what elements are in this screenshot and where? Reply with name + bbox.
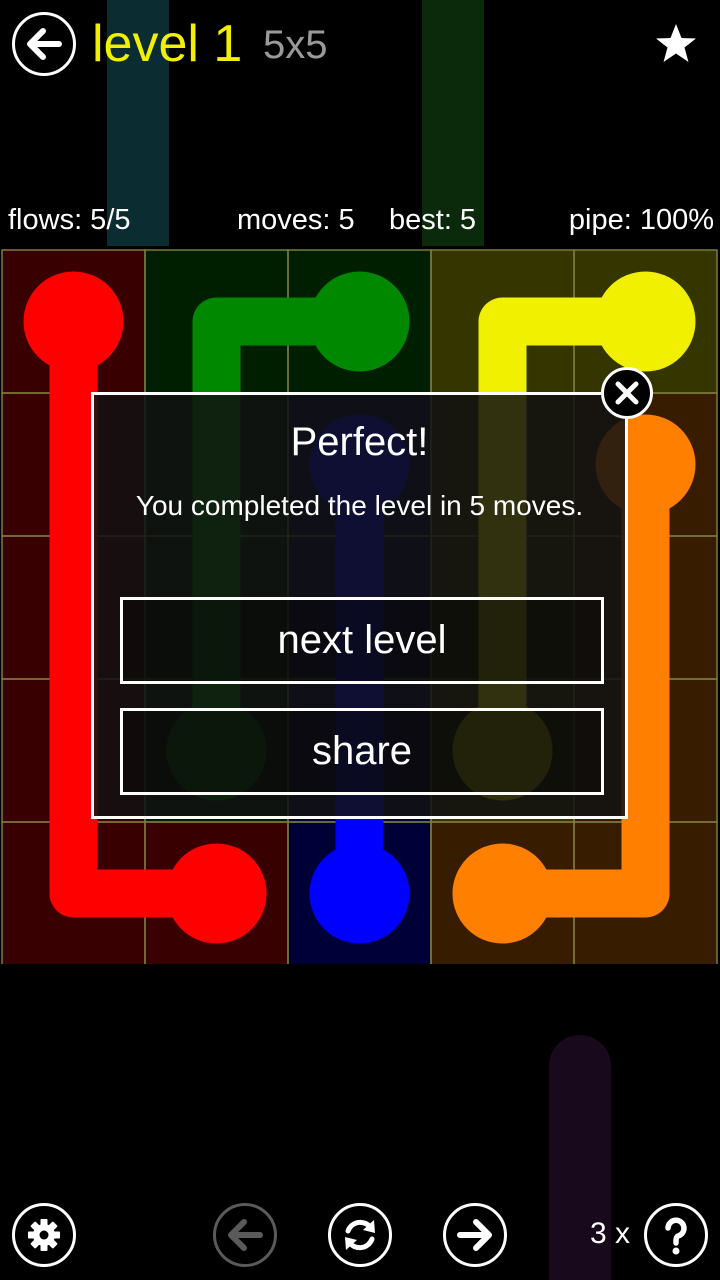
- star-icon: [656, 24, 696, 62]
- settings-button[interactable]: [12, 1203, 76, 1267]
- favorite-button[interactable]: [652, 20, 700, 68]
- next-level-nav-button[interactable]: [443, 1203, 507, 1267]
- reset-button[interactable]: [328, 1203, 392, 1267]
- best-counter: best: 5: [389, 204, 477, 236]
- flow-endpoint-red[interactable]: [23, 271, 124, 372]
- gear-icon: [28, 1219, 60, 1251]
- next-level-button[interactable]: next level: [120, 597, 604, 684]
- dialog-title: Perfect!: [290, 420, 429, 464]
- previous-level-button[interactable]: [213, 1203, 277, 1267]
- arrow-right-icon: [457, 1219, 492, 1251]
- pipe-percentage: pipe: 100%: [568, 204, 714, 236]
- close-icon: [615, 381, 639, 405]
- flow-endpoint-orange[interactable]: [452, 843, 553, 944]
- moves-counter: moves: 5: [237, 204, 355, 236]
- flow-endpoint-blue[interactable]: [309, 843, 410, 944]
- flow-endpoint-green[interactable]: [309, 271, 410, 372]
- flow-endpoint-red[interactable]: [166, 843, 267, 944]
- hint-count: 3 x: [590, 1217, 631, 1250]
- refresh-icon: [345, 1219, 375, 1251]
- share-button[interactable]: share: [120, 708, 604, 795]
- arrow-left-icon: [228, 1219, 263, 1251]
- close-dialog-button[interactable]: [601, 367, 653, 419]
- dialog-message: You completed the level in 5 moves.: [135, 490, 584, 521]
- level-title: level 1: [92, 15, 243, 73]
- flow-endpoint-yellow[interactable]: [595, 271, 696, 372]
- level-complete-dialog: Perfect! You completed the level in 5 mo…: [91, 392, 628, 819]
- help-button[interactable]: [644, 1203, 708, 1267]
- arrow-left-icon: [27, 28, 62, 60]
- board-size-label: 5x5: [263, 23, 328, 67]
- flows-counter: flows: 5/5: [8, 204, 131, 236]
- question-icon: [665, 1217, 687, 1255]
- back-button[interactable]: [12, 12, 76, 76]
